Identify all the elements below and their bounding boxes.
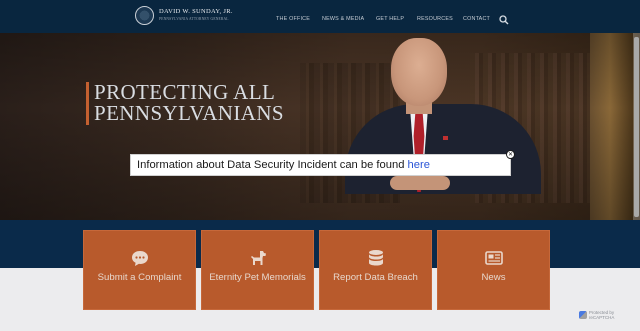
- close-icon[interactable]: ✕: [506, 150, 515, 159]
- card-eternity-pet-memorials[interactable]: Eternity Pet Memorials: [201, 230, 314, 310]
- portrait-hands: [390, 176, 450, 190]
- site-header: DAVID W. SUNDAY, JR. PENNSYLVANIA ATTORN…: [0, 0, 640, 33]
- flag-pin-icon: [443, 136, 448, 140]
- card-label: News: [481, 272, 506, 283]
- hero-shade: [0, 33, 640, 220]
- database-icon: [368, 250, 383, 266]
- hero-banner: [0, 33, 640, 220]
- portrait-head: [391, 38, 447, 106]
- hero-title: PROTECTING ALL PENNSYLVANIANS: [94, 82, 304, 124]
- scrollbar[interactable]: [633, 33, 640, 220]
- card-label: Eternity Pet Memorials: [209, 272, 306, 283]
- hero-title-accent: [86, 82, 89, 125]
- notice-message: Information about Data Security Incident…: [137, 159, 408, 171]
- hero-title-line2: PENNSYLVANIANS: [94, 101, 284, 125]
- hero-title-line1: PROTECTING ALL: [94, 80, 276, 104]
- nav-item-get-help[interactable]: GET HELP: [376, 16, 404, 22]
- dog-icon: [250, 251, 266, 265]
- notice-text: Information about Data Security Incident…: [137, 159, 430, 171]
- recaptcha-text: Protected by reCAPTCHA: [588, 310, 615, 320]
- nav-item-contact[interactable]: CONTACT: [463, 16, 490, 22]
- nav-item-the-office[interactable]: THE OFFICE: [276, 16, 310, 22]
- card-submit-complaint[interactable]: Submit a Complaint: [83, 230, 196, 310]
- nav-item-news-media[interactable]: NEWS & MEDIA: [322, 16, 364, 22]
- page: DAVID W. SUNDAY, JR. PENNSYLVANIA ATTORN…: [0, 0, 640, 331]
- card-report-data-breach[interactable]: Report Data Breach: [319, 230, 432, 310]
- search-icon[interactable]: [499, 15, 509, 25]
- nav-item-resources[interactable]: RESOURCES: [417, 16, 453, 22]
- card-label: Report Data Breach: [333, 272, 418, 283]
- logo-name: DAVID W. SUNDAY, JR.: [159, 8, 233, 16]
- notice-link[interactable]: here: [408, 159, 430, 171]
- card-label: Submit a Complaint: [97, 272, 182, 283]
- scrollbar-thumb[interactable]: [634, 37, 639, 217]
- newspaper-icon: [484, 251, 503, 265]
- card-news[interactable]: News: [437, 230, 550, 310]
- recaptcha-icon: [579, 311, 587, 319]
- recaptcha-badge[interactable]: Protected by reCAPTCHA: [579, 310, 640, 320]
- chat-bubble-icon: [131, 251, 148, 266]
- main-nav: THE OFFICE NEWS & MEDIA GET HELP RESOURC…: [0, 16, 640, 26]
- data-incident-notice: Information about Data Security Incident…: [130, 154, 511, 176]
